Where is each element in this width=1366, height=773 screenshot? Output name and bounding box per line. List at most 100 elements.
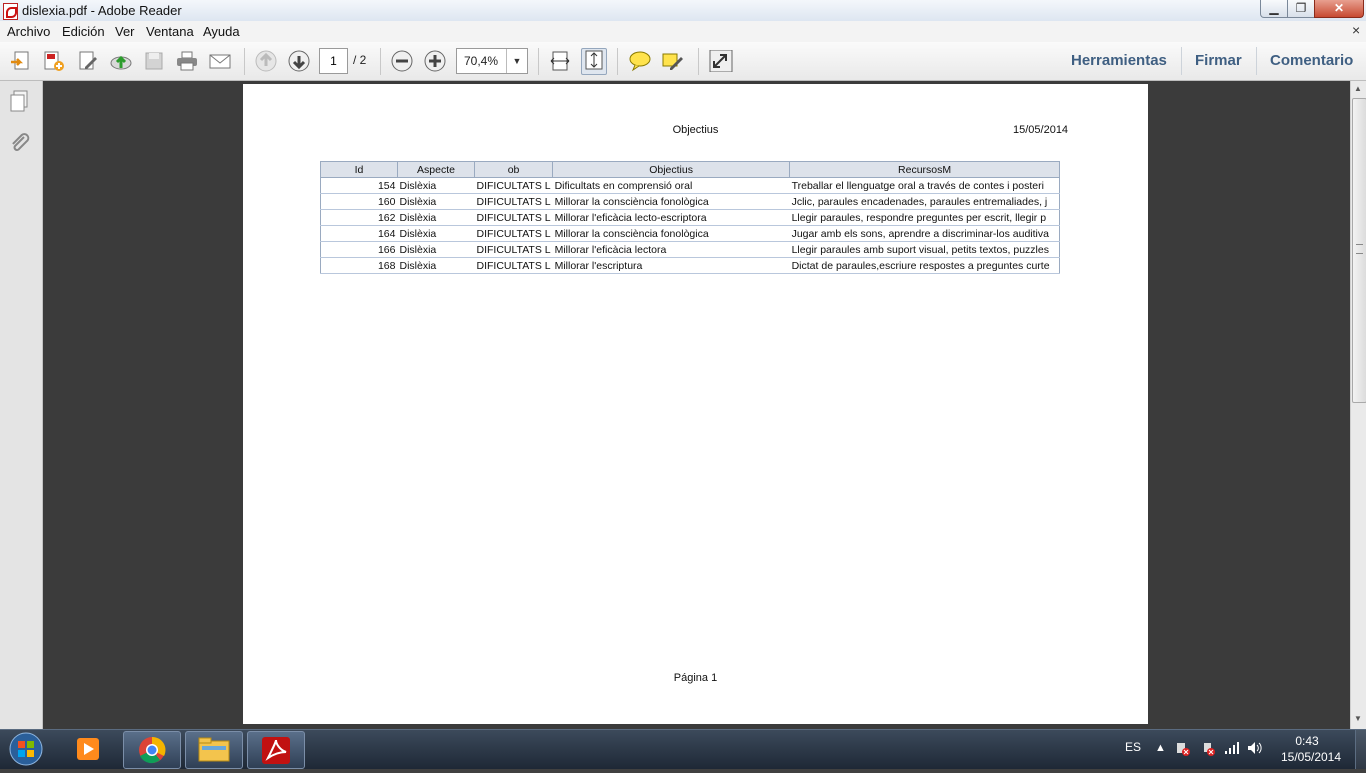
table-cell: Jclic, paraules encadenades, paraules en… bbox=[789, 193, 1061, 210]
table-cell: Dictat de paraules,escriure respostes a … bbox=[789, 257, 1061, 274]
table-row: 160 Dislèxia DIFICULTATS L Millorar la cons… bbox=[320, 193, 1061, 210]
table-row: 168 Dislèxia DIFICULTATS L Millorar l'escri… bbox=[320, 257, 1061, 274]
zoom-select[interactable]: 70,4% ▼ bbox=[456, 48, 528, 74]
menu-ayuda[interactable]: Ayuda bbox=[203, 24, 240, 39]
network-signal-icon[interactable] bbox=[1224, 740, 1240, 759]
volume-icon[interactable] bbox=[1247, 740, 1263, 759]
table-cell: Dislèxia bbox=[397, 209, 475, 226]
action-center-icon[interactable] bbox=[1175, 740, 1191, 759]
cell-id: 168 bbox=[320, 257, 398, 274]
page-footer: Página 1 bbox=[673, 672, 718, 684]
table-cell: DIFICULTATS L bbox=[474, 257, 553, 274]
sign-link[interactable]: Firmar bbox=[1195, 52, 1242, 69]
link-separator bbox=[1256, 47, 1257, 75]
menu-edicion[interactable]: Edición bbox=[62, 24, 105, 39]
table-cell: Millorar la consciència fonològica bbox=[552, 193, 790, 210]
table-cell: DIFICULTATS L bbox=[474, 177, 553, 194]
menu-bar: Archivo Edición Ver Ventana Ayuda × bbox=[0, 21, 1366, 43]
open-icon[interactable] bbox=[9, 50, 33, 72]
table-cell: DIFICULTATS L bbox=[474, 209, 553, 226]
adobe-reader-taskbar-icon[interactable] bbox=[247, 731, 305, 769]
table-cell: Jugar amb els sons, aprendre a discrimin… bbox=[789, 225, 1061, 242]
fit-page-icon[interactable] bbox=[581, 48, 607, 75]
objectives-table: Id Aspecte ob Objectius RecursosM 154 Dis… bbox=[320, 161, 1061, 274]
tray-expand-icon[interactable]: ▲ bbox=[1155, 742, 1166, 754]
email-icon[interactable] bbox=[208, 50, 232, 72]
table-cell: Llegir paraules amb suport visual, petit… bbox=[789, 241, 1061, 258]
toolbar-separator bbox=[617, 48, 618, 75]
safely-remove-hardware-icon[interactable] bbox=[1200, 740, 1216, 759]
pdf-page: Objectius 15/05/2014 Id Aspecte ob Objec… bbox=[243, 84, 1148, 724]
table-cell: Dislèxia bbox=[397, 193, 475, 210]
show-desktop-button[interactable] bbox=[1355, 730, 1366, 769]
zoom-in-icon[interactable] bbox=[423, 50, 447, 72]
taskbar: ES ▲ 0:43 15/05/2014 bbox=[0, 729, 1366, 769]
page-number-input[interactable]: 1 bbox=[319, 48, 348, 74]
zoom-value: 70,4% bbox=[464, 54, 499, 68]
table-cell: Llegir paraules, respondre preguntes per… bbox=[789, 209, 1061, 226]
language-indicator[interactable]: ES bbox=[1125, 740, 1141, 754]
table-cell: Millorar l'eficàcia lecto-escriptora bbox=[552, 209, 790, 226]
zoom-out-icon[interactable] bbox=[390, 50, 414, 72]
table-cell: Dislèxia bbox=[397, 177, 475, 194]
cell-id: 154 bbox=[320, 177, 398, 194]
vertical-scrollbar[interactable]: ▲ ▼ bbox=[1350, 81, 1366, 729]
sticky-note-icon[interactable] bbox=[628, 50, 652, 72]
table-cell: Dislèxia bbox=[397, 225, 475, 242]
column-header: ob bbox=[473, 161, 554, 178]
clock-date[interactable]: 15/05/2014 bbox=[1275, 750, 1347, 764]
media-player-icon[interactable] bbox=[59, 731, 115, 767]
previous-page-icon[interactable] bbox=[254, 50, 278, 72]
table-row: 166 Dislèxia DIFICULTATS L Millorar l'eficà… bbox=[320, 241, 1061, 258]
toolbar: 1 / 2 70,4% ▼ Herramientas Firmar Coment… bbox=[0, 42, 1366, 81]
column-header: Objectius bbox=[552, 161, 791, 178]
save-icon[interactable] bbox=[142, 50, 166, 72]
attachments-icon[interactable] bbox=[8, 131, 32, 155]
chrome-icon[interactable] bbox=[123, 731, 181, 769]
chevron-down-icon[interactable]: ▼ bbox=[506, 49, 527, 73]
column-header: Id bbox=[320, 161, 398, 178]
create-pdf-icon[interactable] bbox=[42, 50, 66, 72]
table-cell: Treballar el llenguatge oral a través de… bbox=[789, 177, 1061, 194]
navigation-pane bbox=[0, 81, 43, 729]
explorer-folder-icon[interactable] bbox=[185, 731, 243, 769]
page-thumbnails-icon[interactable] bbox=[8, 89, 32, 113]
cell-id: 164 bbox=[320, 225, 398, 242]
menu-ver[interactable]: Ver bbox=[115, 24, 135, 39]
upload-cloud-icon[interactable] bbox=[109, 50, 133, 72]
highlight-text-icon[interactable] bbox=[661, 50, 685, 72]
fit-width-icon[interactable] bbox=[548, 50, 572, 72]
scroll-thumb[interactable] bbox=[1352, 98, 1366, 403]
table-cell: DIFICULTATS L bbox=[474, 241, 553, 258]
close-document-icon[interactable]: × bbox=[1352, 22, 1360, 38]
window-title: dislexia.pdf - Adobe Reader bbox=[22, 3, 182, 18]
cell-id: 160 bbox=[320, 193, 398, 210]
edit-pdf-icon[interactable] bbox=[76, 50, 100, 72]
scroll-up-icon[interactable]: ▲ bbox=[1354, 84, 1362, 93]
maximize-button[interactable]: ❐ bbox=[1287, 0, 1315, 18]
next-page-icon[interactable] bbox=[287, 50, 311, 72]
clock-time[interactable]: 0:43 bbox=[1283, 734, 1331, 748]
table-cell: DIFICULTATS L bbox=[474, 225, 553, 242]
tools-link[interactable]: Herramientas bbox=[1071, 52, 1167, 69]
table-row: 164 Dislèxia DIFICULTATS L Millorar la cons… bbox=[320, 225, 1061, 242]
table-cell: DIFICULTATS L bbox=[474, 193, 553, 210]
table-header-row: Id Aspecte ob Objectius RecursosM bbox=[320, 161, 1061, 178]
page-total: / 2 bbox=[353, 53, 367, 67]
grip-icon bbox=[1356, 244, 1363, 254]
table-cell: Millorar l'eficàcia lectora bbox=[552, 241, 790, 258]
scroll-down-icon[interactable]: ▼ bbox=[1354, 714, 1362, 723]
table-cell: Dislèxia bbox=[397, 257, 475, 274]
menu-archivo[interactable]: Archivo bbox=[7, 24, 50, 39]
page-date: 15/05/2014 bbox=[1013, 124, 1069, 136]
print-icon[interactable] bbox=[175, 50, 199, 72]
cell-id: 166 bbox=[320, 241, 398, 258]
menu-ventana[interactable]: Ventana bbox=[146, 24, 194, 39]
comment-link[interactable]: Comentario bbox=[1270, 52, 1353, 69]
windows-start-icon[interactable] bbox=[4, 731, 48, 768]
close-button[interactable]: ✕ bbox=[1314, 0, 1364, 18]
minimize-button[interactable]: ▁ bbox=[1260, 0, 1288, 18]
toolbar-separator bbox=[244, 48, 245, 75]
column-header: Aspecte bbox=[397, 161, 475, 178]
fullscreen-icon[interactable] bbox=[709, 49, 733, 73]
